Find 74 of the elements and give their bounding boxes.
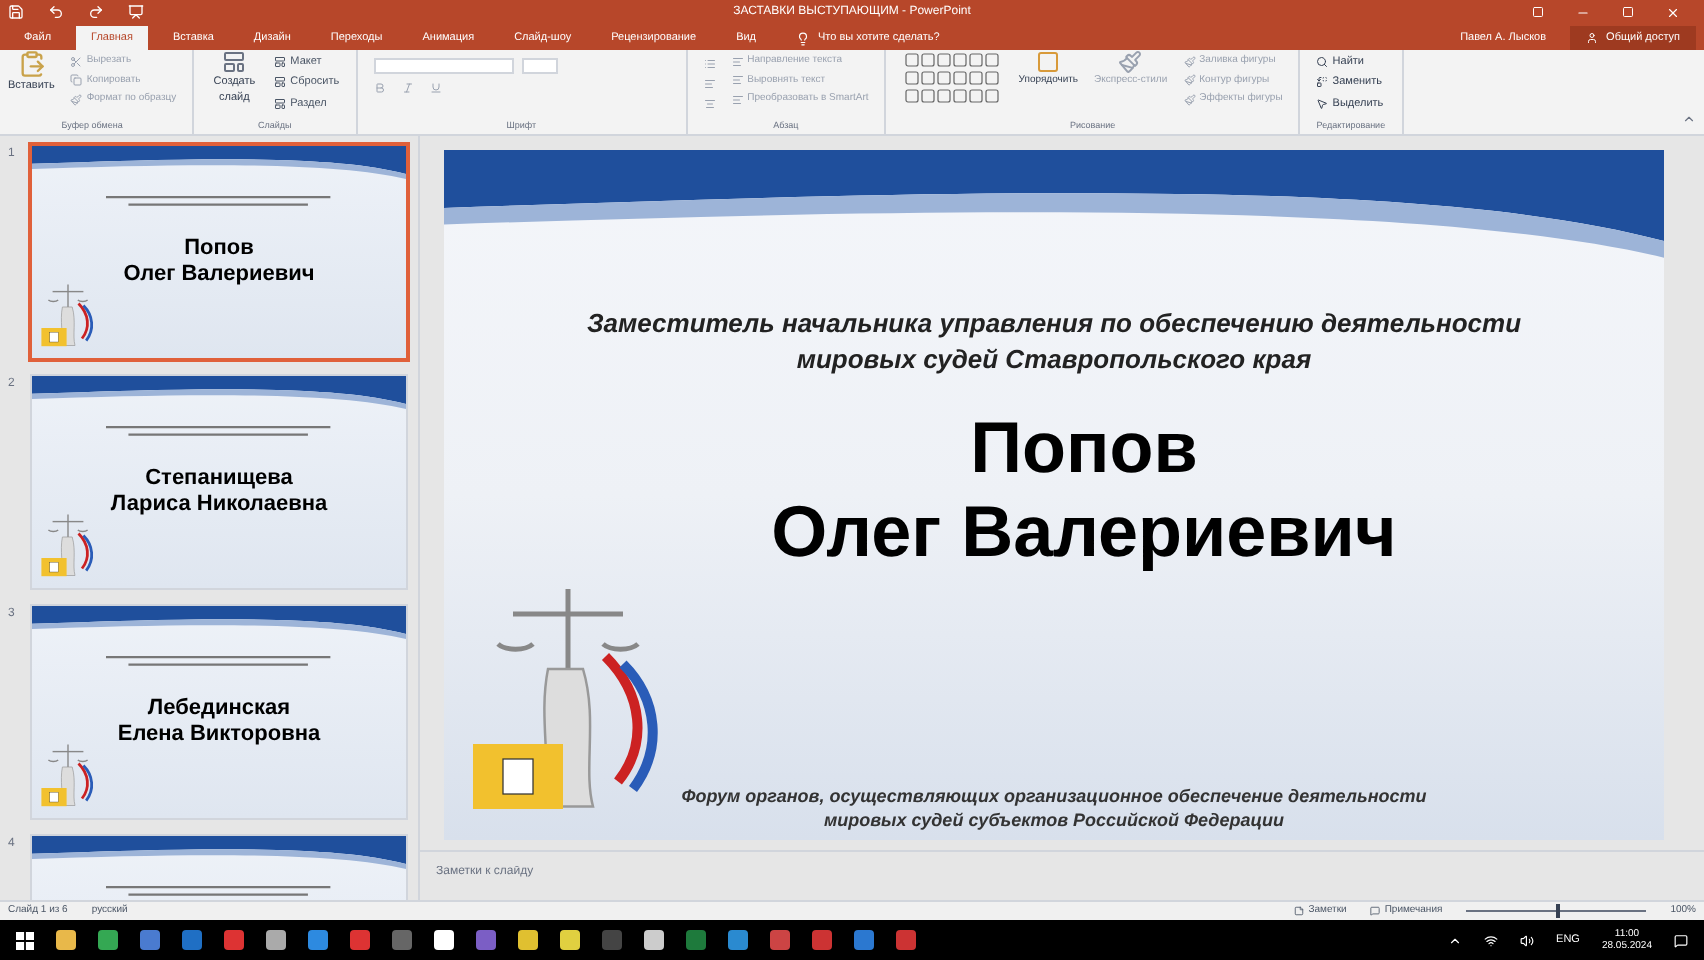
tool-icon (70, 93, 83, 106)
app-icon[interactable] (266, 930, 286, 950)
font-name-field[interactable] (373, 58, 514, 74)
lightbulb-icon (796, 31, 811, 45)
comment-icon (1370, 906, 1381, 916)
app-icon[interactable] (854, 930, 874, 950)
tool-icon (731, 93, 744, 106)
collapse-icon[interactable] (1682, 112, 1696, 126)
brush-icon (1118, 50, 1143, 74)
tool-icon (1316, 56, 1329, 69)
person-icon (1586, 32, 1599, 44)
align-center-icon[interactable] (703, 98, 716, 110)
app-icon[interactable] (518, 930, 538, 950)
notifications-icon[interactable] (1674, 933, 1688, 947)
font-size-field[interactable] (521, 58, 558, 74)
app-icon[interactable] (728, 930, 748, 950)
tool-icon (731, 55, 744, 68)
tool-icon (1183, 55, 1196, 68)
clipboard-icon (17, 50, 46, 78)
presentation-icon[interactable] (128, 4, 144, 20)
tool-icon (274, 76, 287, 89)
slide-subtitle: Заместитель начальника управления по обеспечению деятельности (586, 306, 1522, 342)
shapes-icon (1036, 50, 1061, 74)
volume-icon[interactable] (1520, 933, 1535, 947)
notes-icon (1294, 906, 1305, 916)
underline-icon[interactable] (429, 82, 442, 94)
slide-footer: мировых судей субъектов Российской Федерации (823, 808, 1285, 832)
tool-icon (70, 55, 83, 68)
maximize-icon[interactable] (1622, 5, 1634, 17)
app-icon[interactable] (98, 930, 118, 950)
redo-icon[interactable] (88, 4, 104, 20)
thumbnail-name: Лебединская (147, 695, 291, 722)
network-icon[interactable] (1484, 933, 1499, 947)
slide-title: Попов (968, 406, 1198, 490)
app-icon[interactable] (350, 930, 370, 950)
save-icon[interactable] (8, 4, 24, 20)
thumbnail-name: Лариса Николаевна (110, 491, 328, 518)
app-icon[interactable] (140, 930, 160, 950)
app-icon[interactable] (308, 930, 328, 950)
tool-icon (274, 97, 287, 110)
slide-footer: Форум органов, осуществляющих организационное обеспечение деятельности (681, 784, 1427, 808)
app-icon[interactable] (644, 930, 664, 950)
slide-title: Олег Валериевич (769, 490, 1397, 574)
tool-icon (1183, 74, 1196, 87)
undo-icon[interactable] (48, 4, 64, 20)
bold-icon[interactable] (373, 82, 386, 94)
slide-icon (222, 50, 247, 74)
close-icon[interactable] (1666, 5, 1680, 19)
slide-thumbnail[interactable]: Лебединская Елена Викторовна (32, 606, 406, 818)
thumbnail-name: Елена Викторовна (117, 721, 321, 748)
slide-subtitle: мировых судей Ставропольского края (796, 342, 1312, 378)
app-icon[interactable] (476, 930, 496, 950)
thumbnail-name: Попов (184, 235, 254, 262)
tool-icon (274, 56, 287, 69)
thumbnail-name: Степанищева (145, 465, 293, 492)
align-left-icon[interactable] (703, 78, 716, 90)
app-icon[interactable] (56, 930, 76, 950)
app-icon[interactable] (560, 930, 580, 950)
app-icon[interactable] (224, 930, 244, 950)
list-icon[interactable] (703, 58, 716, 70)
app-icon[interactable] (434, 930, 454, 950)
zoom-thumb[interactable] (1556, 904, 1561, 918)
tool-icon (1316, 97, 1329, 110)
tool-icon (70, 74, 83, 87)
italic-icon[interactable] (401, 82, 414, 94)
thumbnail-name: Олег Валериевич (123, 261, 315, 288)
shapes-gallery-icon[interactable] (902, 50, 1003, 106)
windows-logo-icon[interactable] (16, 931, 34, 949)
app-icon[interactable] (770, 930, 790, 950)
app-icon[interactable] (182, 930, 202, 950)
slide-thumbnail[interactable]: Степанищева Лариса Николаевна (32, 376, 406, 588)
tool-icon (1183, 93, 1196, 106)
tool-icon (731, 74, 744, 87)
slide-thumbnail[interactable]: Попов Олег Валериевич (32, 146, 406, 358)
